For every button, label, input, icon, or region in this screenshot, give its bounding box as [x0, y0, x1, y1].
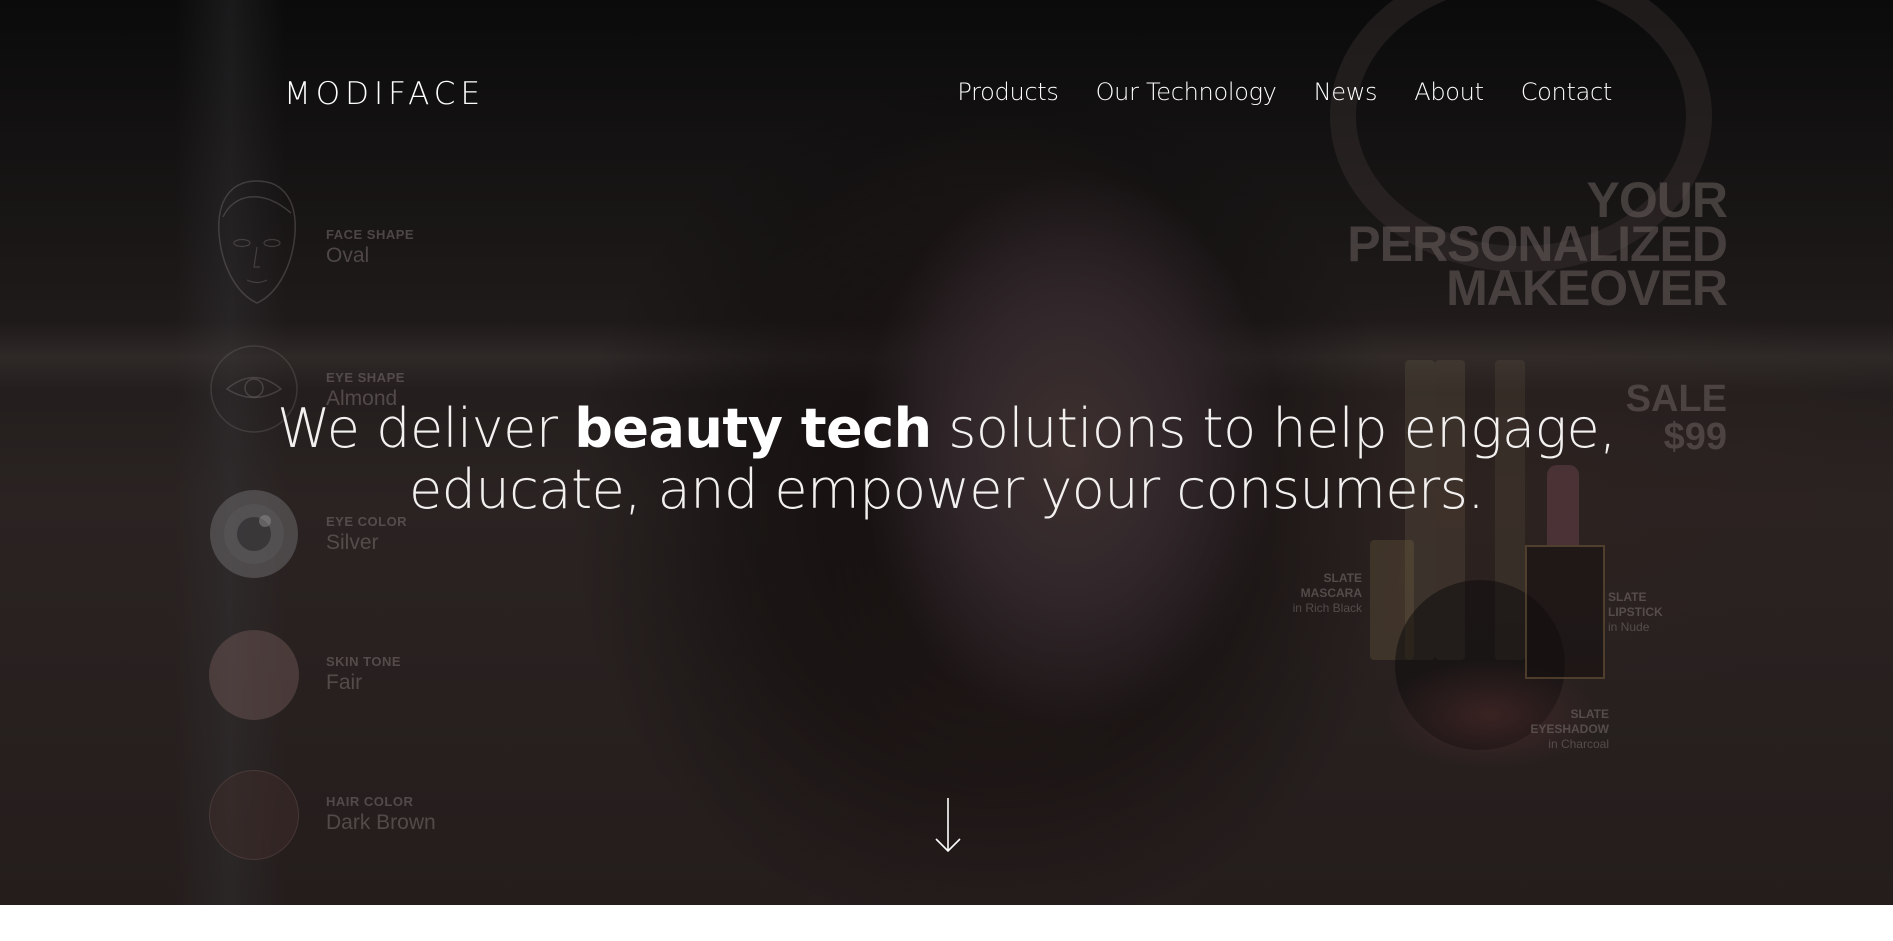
product-name: MASCARA: [1300, 586, 1362, 600]
hero-headline: We deliver beauty tech solutions to help…: [0, 398, 1893, 520]
main-nav: Products Our Technology News About Conta…: [957, 78, 1612, 106]
analysis-title: SKIN TONE: [326, 654, 402, 669]
headline-emphasis: beauty tech: [574, 397, 932, 460]
hero-section: FACE SHAPE Oval EYE SHAPE Almond EYE COL…: [0, 0, 1893, 905]
face-outline-icon: [218, 180, 296, 304]
product-label-lipstick: SLATE LIPSTICK in Nude: [1608, 590, 1663, 635]
page-below-hero: [0, 905, 1893, 941]
product-label-eyeshadow: SLATE EYESHADOW in Charcoal: [1530, 707, 1609, 752]
product-name: SLATE: [1323, 571, 1362, 585]
nav-link-products[interactable]: Products: [957, 78, 1059, 106]
analysis-value: Oval: [326, 244, 370, 267]
headline-text: educate, and empower your consumers.: [408, 458, 1485, 521]
analysis-title: HAIR COLOR: [326, 794, 414, 809]
nav-link-contact[interactable]: Contact: [1521, 78, 1613, 106]
hair-color-swatch: [209, 770, 299, 860]
product-name: LIPSTICK: [1608, 605, 1663, 619]
product-name: SLATE: [1570, 707, 1609, 721]
product-shade: in Charcoal: [1548, 737, 1609, 751]
background-lipstick-case: [1525, 545, 1605, 679]
arrow-down-icon[interactable]: [933, 797, 963, 853]
analysis-value: Dark Brown: [326, 811, 436, 834]
skin-tone-swatch: [209, 630, 299, 720]
headline-text: We deliver: [277, 397, 575, 460]
analysis-value: Silver: [326, 531, 379, 554]
analysis-title: EYE SHAPE: [326, 370, 405, 385]
nav-link-news[interactable]: News: [1314, 78, 1378, 106]
promo-headline-line: MAKEOVER: [1446, 260, 1728, 316]
product-label-mascara: SLATE MASCARA in Rich Black: [1293, 571, 1362, 616]
product-shade: in Nude: [1608, 620, 1650, 634]
product-shade: in Rich Black: [1292, 601, 1362, 615]
product-name: EYESHADOW: [1530, 722, 1609, 736]
product-name: SLATE: [1608, 590, 1647, 604]
promo-headline: YOUR PERSONALIZED MAKEOVER: [1307, 175, 1728, 316]
headline-text: solutions to help engage,: [931, 397, 1616, 460]
nav-link-our-technology[interactable]: Our Technology: [1096, 78, 1277, 106]
background-mascara: [1370, 540, 1414, 660]
site-logo[interactable]: MODIFACE: [284, 76, 485, 112]
analysis-title: FACE SHAPE: [326, 227, 415, 242]
nav-link-about[interactable]: About: [1414, 78, 1484, 106]
analysis-value: Fair: [326, 671, 363, 694]
